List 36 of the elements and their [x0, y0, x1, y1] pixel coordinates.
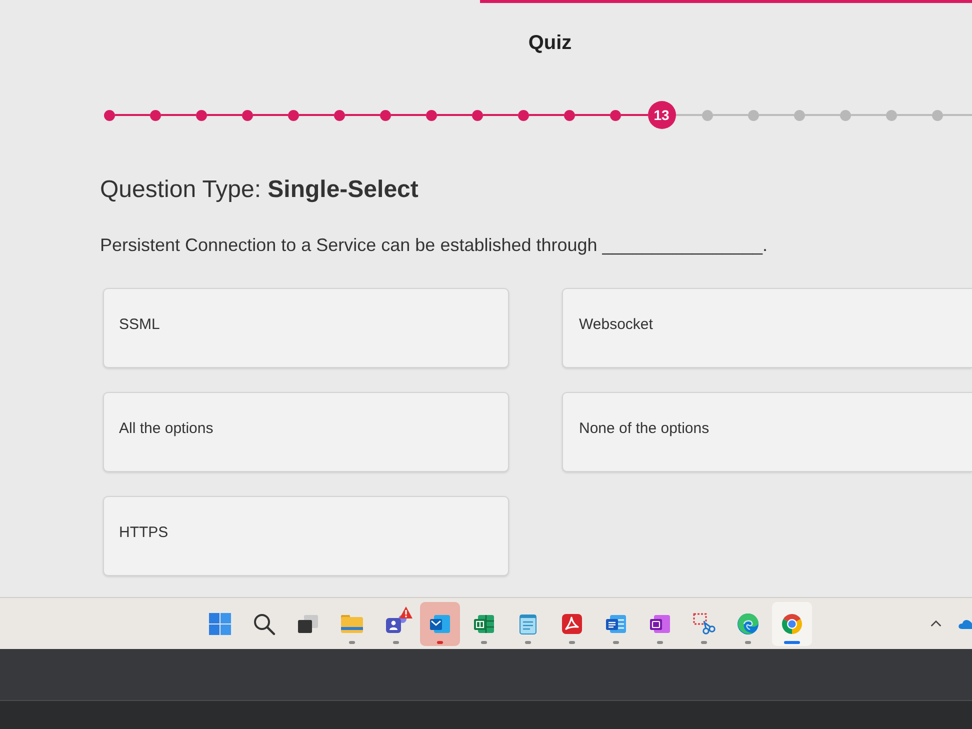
ring-circle-icon	[780, 612, 804, 636]
answer-option[interactable]: None of the options	[562, 392, 972, 472]
grid-squares-icon	[208, 612, 232, 636]
step-connector	[483, 114, 518, 116]
step-connector	[529, 114, 564, 116]
answer-option[interactable]: SSML	[103, 288, 509, 368]
step-connector	[805, 114, 840, 116]
step-connector	[345, 114, 380, 116]
step-connector	[621, 114, 648, 116]
step-connector	[713, 114, 748, 116]
scissors-icon	[692, 612, 716, 636]
step-connector	[115, 114, 150, 116]
question-type: Question Type: Single-Select	[100, 175, 418, 205]
answer-option[interactable]: All the options	[103, 392, 509, 472]
step-connector	[253, 114, 288, 116]
cloud-icon	[958, 618, 972, 630]
answer-option[interactable]: Websocket	[562, 288, 972, 368]
swirl-tile-icon	[560, 612, 584, 636]
step-connector	[851, 114, 886, 116]
page-title: Quiz	[528, 31, 572, 55]
wave-circle-icon	[736, 612, 760, 636]
step-connector	[676, 114, 702, 116]
step-connector	[759, 114, 794, 116]
taskbar-button[interactable]	[420, 602, 460, 646]
step-connector	[207, 114, 242, 116]
search-icon	[252, 612, 276, 636]
step-connector	[943, 114, 972, 116]
step-connector	[897, 114, 932, 116]
answer-option[interactable]: HTTPS	[103, 496, 509, 576]
step-connector	[575, 114, 610, 116]
question-text: Persistent Connection to a Service can be established through ________________.	[100, 234, 768, 257]
step-connector	[299, 114, 334, 116]
step-connector	[391, 114, 426, 116]
current-step[interactable]: 13	[648, 101, 676, 129]
step-connector	[161, 114, 196, 116]
step-connector	[437, 114, 472, 116]
